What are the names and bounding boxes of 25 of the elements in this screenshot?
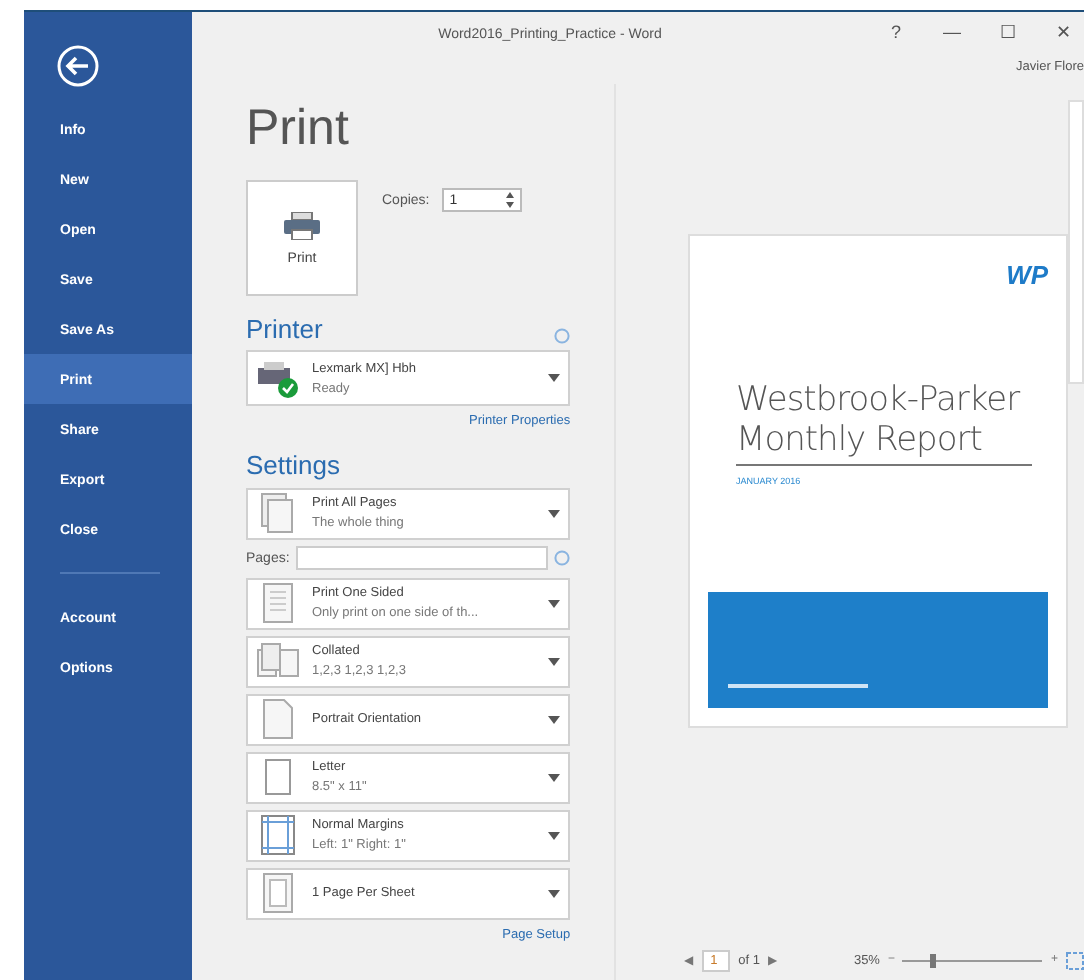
window-control[interactable]: ?	[884, 22, 908, 42]
caret-icon	[548, 773, 561, 782]
margins-icon	[256, 812, 300, 859]
printer-icon	[284, 211, 320, 239]
caret-icon	[548, 715, 561, 724]
window-control[interactable]: ✕	[1052, 22, 1076, 42]
slider-thumb[interactable]	[930, 953, 937, 967]
fit-page-icon[interactable]	[1066, 951, 1084, 969]
caret-icon	[548, 374, 561, 383]
page-heading: Print	[246, 104, 351, 154]
scrollbar[interactable]	[1068, 100, 1084, 384]
window-control[interactable]: ☐	[996, 22, 1020, 42]
back-icon[interactable]	[56, 44, 100, 88]
caret-icon	[548, 509, 561, 518]
window-control[interactable]: —	[940, 22, 964, 42]
caret-icon	[548, 831, 561, 840]
caret-icon	[548, 889, 561, 898]
printer-heading: Printer	[246, 316, 323, 345]
caret-icon	[548, 657, 561, 666]
pages-field[interactable]	[295, 546, 549, 571]
spin-arrows-icon[interactable]	[505, 192, 514, 208]
document-title: Westbrook-Parker Monthly Report	[736, 380, 1023, 462]
settings-heading: Settings	[246, 452, 340, 482]
caret-icon	[548, 599, 561, 608]
logo: WP	[1006, 262, 1049, 288]
